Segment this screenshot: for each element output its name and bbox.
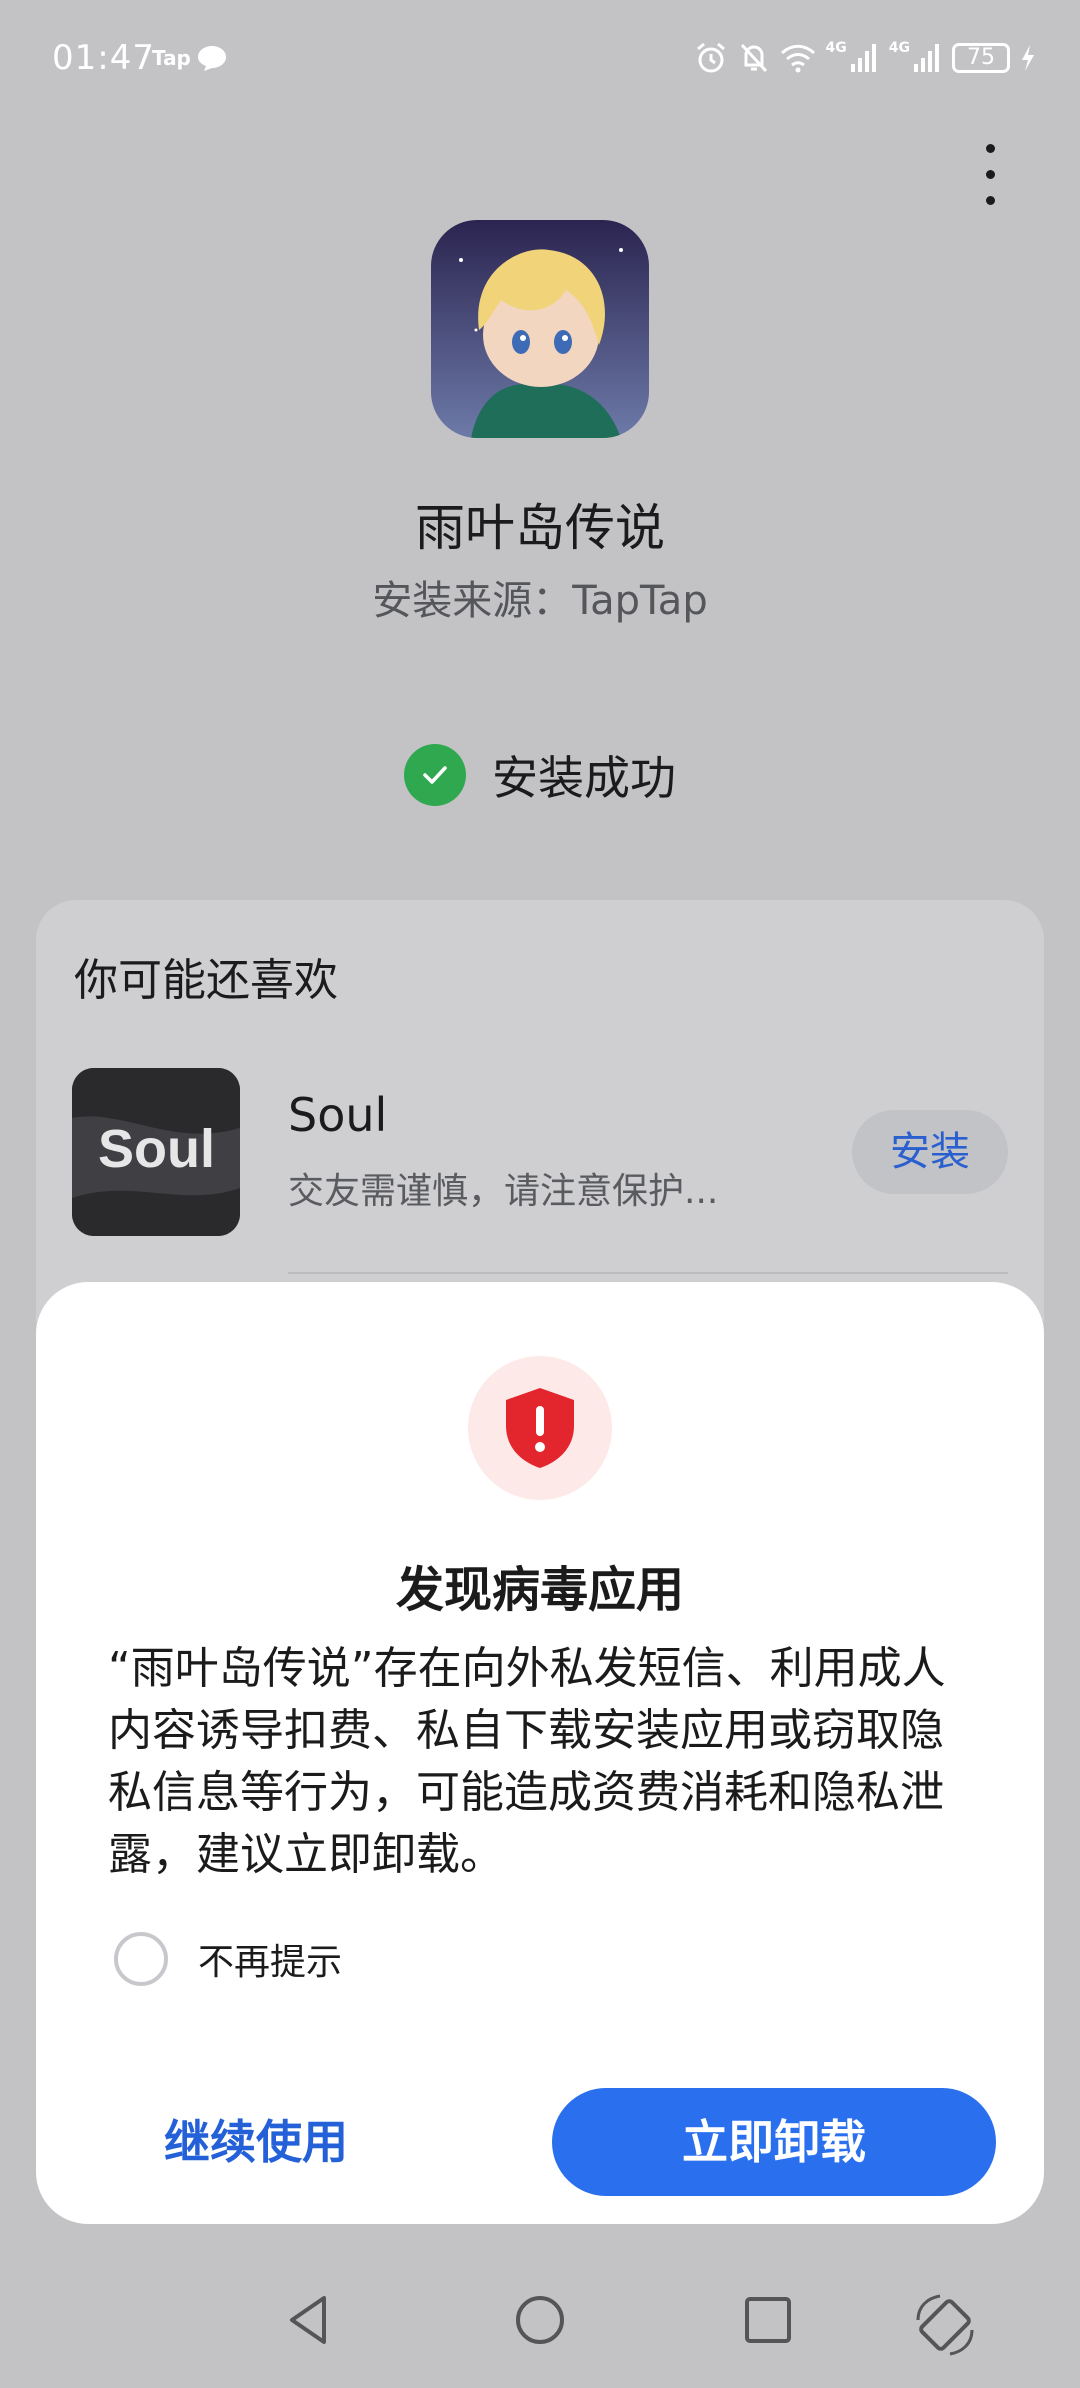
recommended-app-name: Soul xyxy=(288,1088,388,1142)
dot-icon xyxy=(986,144,995,153)
signal-icon xyxy=(850,44,876,72)
more-options-button[interactable] xyxy=(972,140,1008,210)
install-status: 安装成功 xyxy=(0,742,1080,808)
navigation-bar xyxy=(0,2290,1080,2370)
dialog-title: 发现病毒应用 xyxy=(395,1562,684,1618)
install-button[interactable]: 安装 xyxy=(852,1110,1008,1194)
soul-app-icon[interactable]: Soul xyxy=(72,1068,240,1236)
charging-icon xyxy=(1022,45,1034,71)
warning-shield-icon xyxy=(468,1356,612,1500)
network-type-2: 4G xyxy=(888,40,910,56)
status-time: 01:47 xyxy=(52,38,155,78)
mute-icon xyxy=(740,43,767,73)
virus-warning-dialog: 发现病毒应用 “雨叶岛传说”存在向外私发短信、利用成人内容诱导扣费、私自下载安装… xyxy=(36,1282,1044,2224)
uninstall-now-button[interactable]: 立即卸载 xyxy=(552,2088,996,2196)
dot-icon xyxy=(986,196,995,205)
divider xyxy=(288,1272,1008,1274)
dont-remind-label: 不再提示 xyxy=(198,1942,343,1983)
check-circle-icon xyxy=(404,744,466,806)
home-icon[interactable] xyxy=(510,2290,570,2350)
back-icon[interactable] xyxy=(280,2290,340,2350)
dot-icon xyxy=(986,170,995,179)
rotate-icon[interactable] xyxy=(910,2290,980,2360)
recommendation-title: 你可能还喜欢 xyxy=(74,955,338,1006)
dont-remind-checkbox[interactable] xyxy=(114,1932,168,1986)
alarm-icon xyxy=(696,42,725,73)
dont-remind-option[interactable]: 不再提示 xyxy=(114,1932,342,1986)
recommended-app-description: 交友需谨慎，请注意保护... xyxy=(288,1171,719,1212)
app-icon xyxy=(431,220,649,438)
install-status-text: 安装成功 xyxy=(492,751,676,805)
status-bar: 01:47 Tap 4G 4G 75 xyxy=(0,0,1080,120)
install-source: 安装来源：TapTap xyxy=(372,578,708,624)
status-indicators: 4G 4G 75 xyxy=(694,38,1036,78)
dialog-message: “雨叶岛传说”存在向外私发短信、利用成人内容诱导扣费、私自下载安装应用或窃取隐私… xyxy=(108,1643,946,1880)
wifi-icon xyxy=(780,44,815,73)
battery-indicator: 75 xyxy=(952,43,1010,73)
recents-icon[interactable] xyxy=(738,2290,798,2350)
taptap-notification-icon: Tap xyxy=(152,46,191,70)
continue-using-button[interactable]: 继续使用 xyxy=(106,2088,406,2196)
network-type-1: 4G xyxy=(825,40,847,56)
chat-notification-icon xyxy=(198,46,226,71)
signal-icon xyxy=(914,44,939,72)
soul-icon-text: Soul xyxy=(98,1119,215,1179)
app-name: 雨叶岛传说 xyxy=(415,499,665,557)
